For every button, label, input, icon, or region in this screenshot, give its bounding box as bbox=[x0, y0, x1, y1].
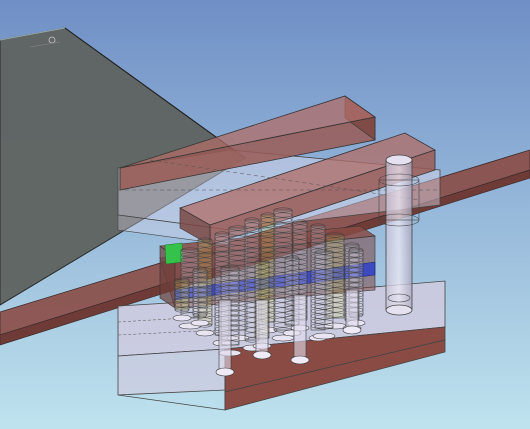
punch-spring bbox=[312, 249, 336, 340]
bolt bbox=[342, 289, 362, 335]
assembly-scene bbox=[0, 0, 530, 429]
bolt bbox=[290, 294, 310, 365]
cad-3d-viewport[interactable] bbox=[0, 0, 530, 429]
